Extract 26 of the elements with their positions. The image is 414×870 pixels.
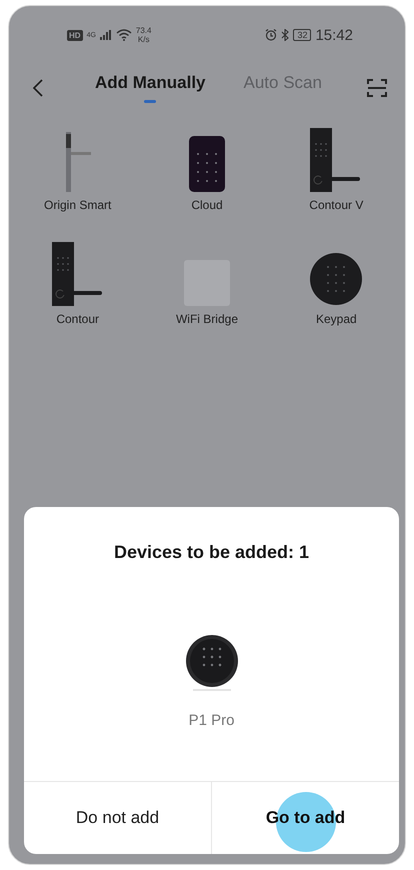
status-time: 15:42: [315, 26, 353, 44]
wifi-icon: [116, 29, 132, 41]
lever-lock-drawing[interactable]: [52, 242, 104, 306]
round-keypad-drawing: [184, 635, 238, 691]
device-name: Contour: [56, 312, 100, 326]
round-keypad-drawing[interactable]: [309, 252, 364, 306]
dialog-button[interactable]: Do not add: [24, 782, 211, 854]
device-name: P1 Pro: [188, 712, 234, 729]
device-name: WiFi Bridge: [176, 312, 238, 326]
dialog-title: Devices to be added: 1: [114, 542, 310, 563]
device-name: Keypad: [316, 312, 357, 326]
tab[interactable]: Add Manually: [95, 73, 206, 103]
device-name: Origin Smart: [44, 198, 112, 212]
speed-unit: K/s: [138, 35, 150, 44]
alarm-icon: [265, 29, 278, 41]
hd-icon: HD: [67, 30, 83, 40]
battery-icon: 32: [293, 29, 312, 41]
scan-icon[interactable]: [367, 78, 387, 98]
back-icon[interactable]: [33, 79, 43, 97]
device-name: Cloud: [191, 198, 223, 212]
speed-value: 73.4: [136, 26, 152, 35]
lever-lock-drawing[interactable]: [310, 128, 362, 192]
device-name: Contour V: [309, 198, 364, 212]
bluetooth-icon: [281, 29, 290, 41]
keypad-drawing[interactable]: [188, 136, 225, 192]
signal-icon: [100, 30, 112, 40]
